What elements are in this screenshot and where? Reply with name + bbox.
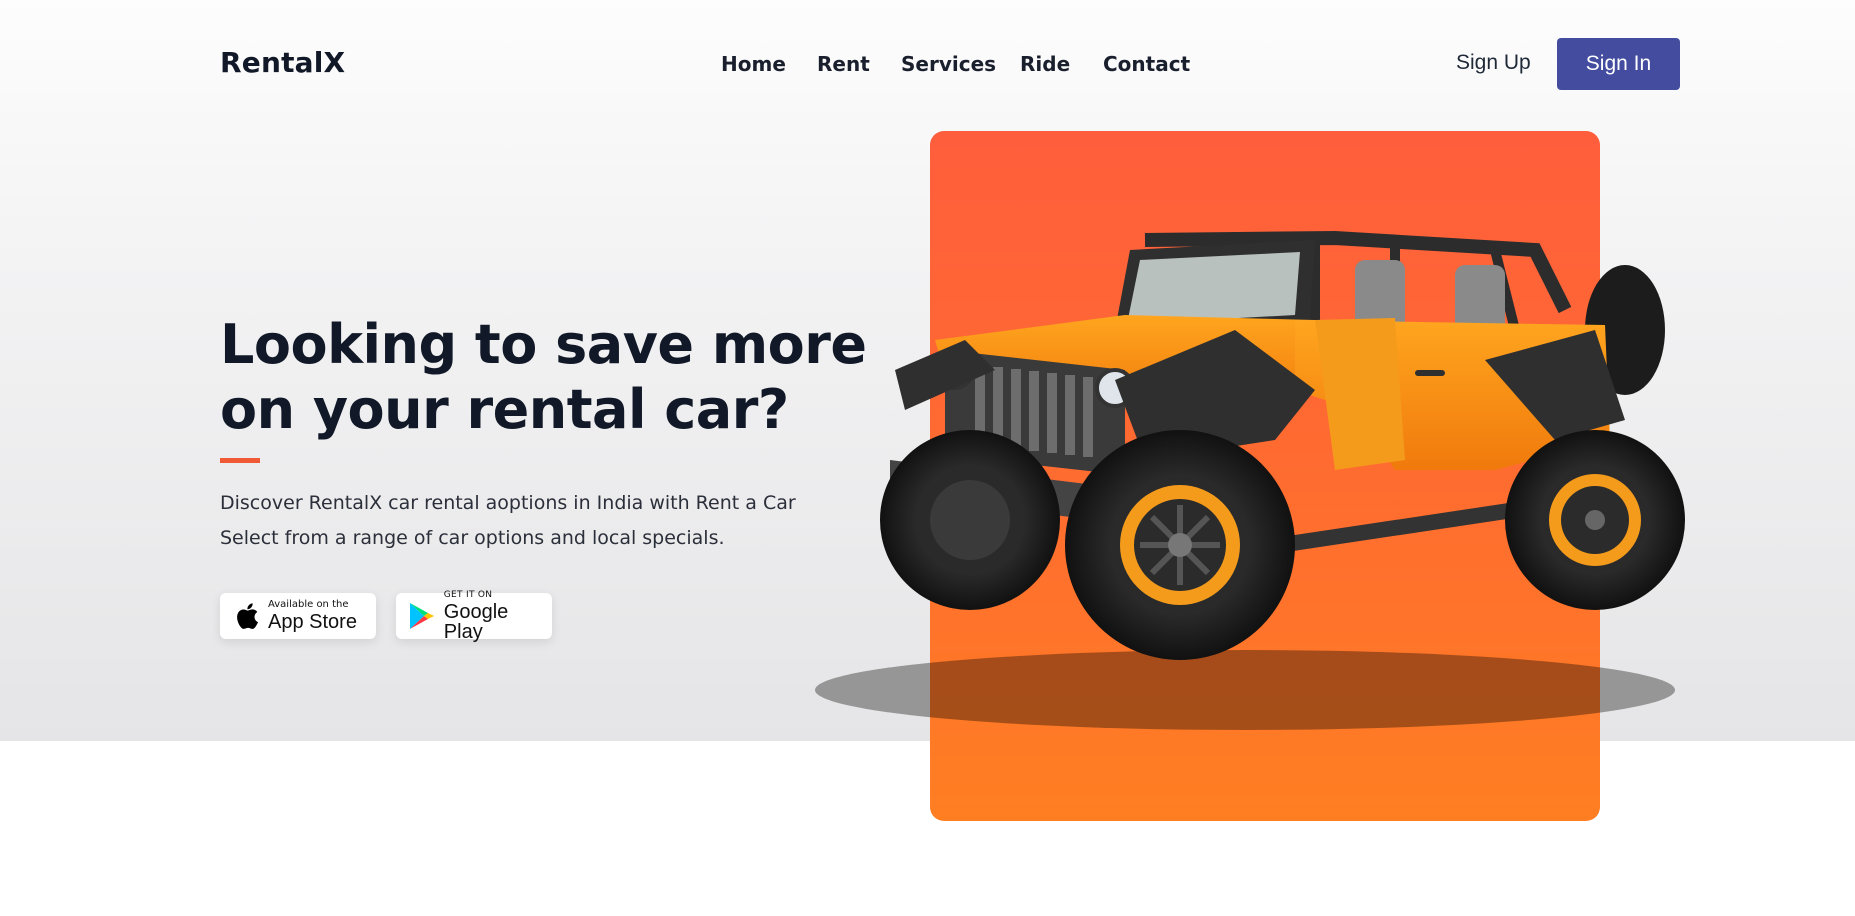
description-line-2: Select from a range of car options and l… (220, 527, 725, 549)
headline-line-2: on your rental car? (220, 378, 789, 441)
sign-in-button[interactable]: Sign In (1557, 38, 1680, 90)
google-play-label: Google Play (443, 600, 509, 643)
app-store-button[interactable]: Available on the App Store (220, 593, 376, 639)
brand-logo[interactable]: RentalX (220, 46, 345, 79)
accent-divider (220, 458, 260, 463)
sign-up-link[interactable]: Sign Up (1456, 51, 1531, 75)
orange-jeep-icon (795, 220, 1685, 740)
description-line-1: Discover RentalX car rental aoptions in … (220, 492, 796, 514)
nav-rent[interactable]: Rent (817, 52, 870, 76)
hero-description: Discover RentalX car rental aoptions in … (220, 486, 820, 556)
app-store-small-label: Available on the (268, 599, 349, 610)
app-store-label: App Store (268, 611, 357, 633)
app-store-text: Available on the App Store (268, 599, 357, 633)
nav-services[interactable]: Services (901, 52, 996, 76)
nav-home[interactable]: Home (721, 52, 786, 76)
headline-line-1: Looking to save more (220, 313, 867, 376)
google-play-text: GET IT ON Google Play (443, 589, 552, 643)
google-play-small-label: GET IT ON (443, 589, 493, 600)
apple-icon (230, 600, 262, 632)
hero-headline: Looking to save more on your rental car? (220, 312, 867, 442)
google-play-button[interactable]: GET IT ON Google Play (396, 589, 552, 643)
nav-contact[interactable]: Contact (1103, 52, 1190, 76)
google-play-icon (406, 600, 438, 632)
nav-ride[interactable]: Ride (1020, 52, 1070, 76)
